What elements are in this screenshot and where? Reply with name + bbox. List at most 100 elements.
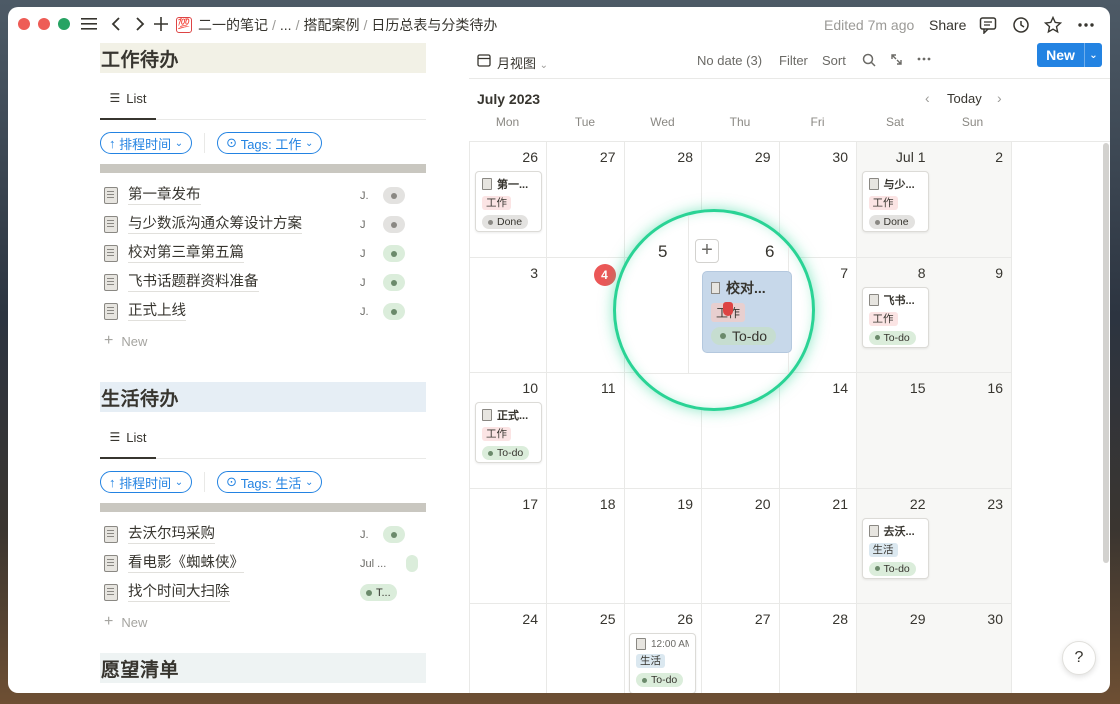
calendar-day-cell[interactable]: 25	[547, 604, 625, 693]
list-item[interactable]: 找个时间大扫除 T...	[100, 578, 426, 607]
calendar-day-cell[interactable]: 28	[779, 604, 857, 693]
list-item[interactable]: 去沃尔玛采购 J.	[100, 520, 426, 549]
event-card[interactable]: 与少... 工作 Done	[861, 171, 929, 232]
calendar-day-cell[interactable]: 18	[546, 488, 625, 604]
filter-button[interactable]: Filter	[779, 53, 808, 68]
edited-time: Edited 7m ago	[824, 17, 915, 33]
event-card[interactable]: 去沃... 生活 To-do	[861, 517, 929, 579]
work-filter-pill[interactable]: ⊙ Tags: 工作 ⌄	[217, 132, 323, 154]
calendar-day-cell[interactable]: 2	[934, 142, 1012, 258]
list-item[interactable]: 第一章发布 J.	[100, 181, 426, 210]
calendar-day-cell[interactable]: 14	[779, 373, 857, 489]
list-item[interactable]: 正式上线 J.	[100, 297, 426, 326]
search-icon[interactable]	[862, 53, 876, 70]
sort-label: 排程时间	[119, 136, 172, 152]
calendar-view-icon[interactable]	[477, 53, 491, 70]
calendar-day-cell[interactable]: 22 去沃... 生活 To-do	[856, 488, 935, 604]
life-list-tab[interactable]: ☰ List	[100, 417, 156, 459]
new-button[interactable]: New ⌄	[1037, 43, 1102, 67]
arrow-up-icon: ↑	[109, 474, 116, 490]
calendar-day-cell[interactable]: 19	[624, 488, 702, 604]
event-card[interactable]: 第一... 工作 Done	[475, 171, 542, 232]
work-view-tabs: ☰ List	[100, 78, 426, 120]
back-icon[interactable]	[108, 13, 124, 35]
calendar-day-cell[interactable]: 27	[546, 142, 625, 258]
add-event-icon[interactable]: +	[695, 239, 719, 263]
breadcrumb-item-notes[interactable]: 二一的笔记	[198, 15, 268, 35]
forward-icon[interactable]	[132, 13, 148, 35]
more-options-icon[interactable]	[1078, 7, 1094, 43]
comments-icon[interactable]	[979, 7, 997, 43]
dragged-card[interactable]: 校对... 工作 To-do	[702, 271, 792, 353]
minimize-window-button[interactable]	[38, 18, 50, 30]
calendar-day-cell[interactable]: 26 12:00 AM 生活 To-do	[624, 604, 702, 693]
work-list-tab[interactable]: ☰ List	[100, 78, 156, 120]
life-sort-pill[interactable]: ↑ 排程时间 ⌄	[100, 471, 193, 493]
life-new-row[interactable]: + New	[100, 607, 426, 637]
chevron-down-icon: ⌄	[305, 476, 314, 488]
top-bar: 💯 二一的笔记 / ... / 搭配案例 / 日历总表与分类待办 Edited …	[8, 7, 1110, 43]
day-number: 10	[522, 380, 538, 396]
no-date-button[interactable]: No date (3)	[697, 53, 762, 68]
tag-badge: 工作	[482, 196, 511, 210]
event-card[interactable]: 12:00 AM 生活 To-do	[629, 633, 696, 693]
history-icon[interactable]	[1012, 7, 1030, 43]
work-new-row[interactable]: + New	[100, 326, 426, 356]
prev-month-icon[interactable]: ‹	[925, 90, 930, 106]
calendar-toolbar: 月视图 ⌄ No date (3) Filter Sort New ⌄	[469, 43, 1110, 79]
chevron-down-icon[interactable]: ⌄	[1085, 50, 1102, 61]
calendar-day-cell[interactable]: 8 飞书... 工作 To-do	[856, 257, 935, 373]
event-card[interactable]: 飞书... 工作 To-do	[861, 286, 929, 348]
calendar-day-cell[interactable]: 30	[934, 604, 1012, 693]
list-item[interactable]: 校对第三章第五篇 J	[100, 239, 426, 268]
calendar-day-cell[interactable]: 27	[702, 604, 780, 693]
breadcrumb: 💯 二一的笔记 / ... / 搭配案例 / 日历总表与分类待办	[176, 15, 498, 35]
help-button[interactable]: ?	[1062, 641, 1096, 675]
calendar-day-cell[interactable]: Jul 1 与少... 工作 Done	[856, 142, 935, 258]
calendar-day-cell[interactable]: 11	[546, 373, 625, 489]
calendar-day-cell[interactable]: 9	[934, 257, 1012, 373]
next-month-icon[interactable]: ›	[997, 90, 1002, 106]
page-icon	[104, 274, 118, 291]
calendar-day-cell[interactable]: 30	[779, 142, 857, 258]
chevron-down-icon: ⌄	[174, 137, 184, 149]
add-page-icon[interactable]	[152, 13, 170, 35]
more-icon[interactable]	[917, 53, 931, 68]
breadcrumb-item-cases[interactable]: 搭配案例	[303, 15, 359, 35]
day-number: 29	[909, 611, 926, 627]
calendar-day-cell[interactable]: 16	[934, 373, 1012, 489]
status-badge: To-do	[711, 327, 777, 345]
sort-button[interactable]: Sort	[822, 53, 846, 68]
favorite-star-icon[interactable]	[1044, 7, 1062, 43]
list-item[interactable]: 与少数派沟通众筹设计方案 J	[100, 210, 426, 239]
menu-icon[interactable]	[80, 13, 98, 35]
calendar-day-cell[interactable]: 10 正式... 工作 To-do	[469, 373, 547, 489]
calendar-day-cell[interactable]: 24	[469, 604, 547, 693]
month-title: July 2023	[477, 91, 541, 107]
work-sort-pill[interactable]: ↑ 排程时间 ⌄	[100, 132, 193, 154]
close-window-button[interactable]	[18, 18, 30, 30]
life-filter-pill[interactable]: ⊙ Tags: 生活 ⌄	[217, 471, 323, 493]
event-card[interactable]: 正式... 工作 To-do	[475, 402, 542, 463]
breadcrumb-item-ellipsis[interactable]: ...	[280, 17, 292, 33]
list-item[interactable]: 飞书话题群资料准备 J	[100, 268, 426, 297]
calendar-day-cell[interactable]: 23	[934, 488, 1012, 604]
expand-icon[interactable]	[890, 53, 903, 69]
calendar-day-cell[interactable]: 29	[856, 604, 935, 693]
calendar-day-cell[interactable]: 20	[701, 488, 780, 604]
calendar-day-cell[interactable]: 3	[469, 257, 547, 373]
today-button[interactable]: Today	[947, 91, 982, 106]
calendar-day-cell[interactable]: 21	[779, 488, 857, 604]
list-item[interactable]: 看电影《蜘蛛侠》 Jul ...	[100, 549, 426, 578]
breadcrumb-item-current[interactable]: 日历总表与分类待办	[371, 15, 497, 35]
share-button[interactable]: Share	[929, 7, 966, 43]
calendar-day-cell[interactable]: 26 第一... 工作 Done	[469, 142, 547, 258]
calendar-day-cell[interactable]: 17	[469, 488, 547, 604]
left-column: 工作待办 ☰ List ↑ 排程时间 ⌄ ⊙ Tags: 工作 ⌄ 第一章发布 J.…	[100, 43, 426, 693]
view-switcher[interactable]: 月视图 ⌄	[497, 53, 548, 72]
day-number: 14	[832, 380, 848, 396]
lens-day-label: 5	[658, 242, 668, 261]
scrollbar[interactable]	[1102, 43, 1110, 693]
zoom-window-button[interactable]	[58, 18, 70, 30]
calendar-day-cell[interactable]: 15	[856, 373, 935, 489]
